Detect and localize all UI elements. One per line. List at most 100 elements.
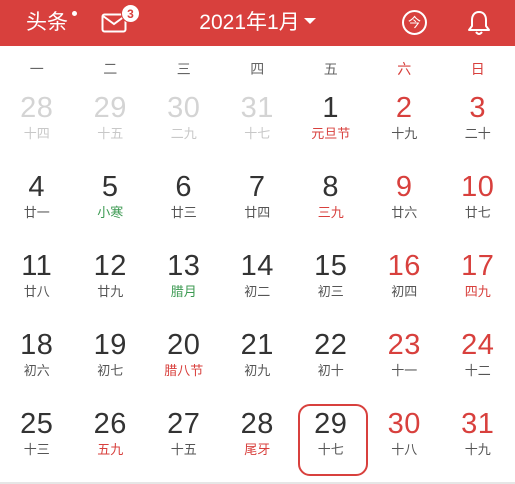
lunar-date: 腊月	[170, 284, 197, 299]
day-cell[interactable]: 19 初七	[74, 325, 148, 404]
lunar-date: 十八	[391, 442, 418, 457]
lunar-date: 十四	[23, 126, 50, 141]
lunar-date: 元旦节	[311, 126, 351, 141]
day-number: 15	[314, 250, 348, 282]
day-number: 8	[322, 171, 340, 203]
lunar-date: 初三	[317, 284, 344, 299]
day-cell[interactable]: 23 十一	[368, 325, 442, 404]
day-cell[interactable]: 14 初二	[221, 246, 295, 325]
day-cell[interactable]: 29 十五	[74, 88, 148, 167]
lunar-date: 十五	[97, 126, 124, 141]
day-number: 31	[240, 92, 274, 124]
day-cell[interactable]: 2 十九	[368, 88, 442, 167]
day-number: 27	[167, 408, 201, 440]
day-number: 29	[93, 92, 127, 124]
lunar-date: 初九	[244, 363, 271, 378]
bell-icon[interactable]	[465, 9, 493, 37]
lunar-date: 五九	[97, 442, 124, 457]
day-cell[interactable]: 24 十二	[441, 325, 515, 404]
day-cell[interactable]: 9 廿六	[368, 167, 442, 246]
chevron-down-icon	[303, 18, 316, 25]
day-cell[interactable]: 31 十九	[441, 404, 515, 483]
day-cell[interactable]: 31 十七	[221, 88, 295, 167]
day-cell[interactable]: 8 三九	[294, 167, 368, 246]
day-cell[interactable]: 27 十五	[147, 404, 221, 483]
day-number: 25	[20, 408, 54, 440]
day-number: 16	[387, 250, 421, 282]
day-number: 22	[314, 329, 348, 361]
weekday-label: 四	[250, 61, 265, 77]
day-number: 14	[240, 250, 274, 282]
lunar-date: 十二	[464, 363, 491, 378]
lunar-date: 二十	[464, 126, 491, 141]
day-number: 30	[387, 408, 421, 440]
day-number: 23	[387, 329, 421, 361]
day-cell[interactable]: 10 廿七	[441, 167, 515, 246]
mail-badge: 3	[121, 4, 140, 23]
day-number: 12	[93, 250, 127, 282]
lunar-date: 十一	[391, 363, 418, 378]
lunar-date: 二九	[170, 126, 197, 141]
day-cell[interactable]: 25 十三	[0, 404, 74, 483]
day-cell-today[interactable]: 29 十七	[294, 404, 368, 483]
day-number: 5	[101, 171, 119, 203]
lunar-date: 十五	[170, 442, 197, 457]
lunar-date: 廿七	[464, 205, 491, 220]
day-cell[interactable]: 28 尾牙	[221, 404, 295, 483]
day-cell[interactable]: 18 初六	[0, 325, 74, 404]
day-cell[interactable]: 13 腊月	[147, 246, 221, 325]
day-number: 6	[175, 171, 193, 203]
unread-dot	[72, 11, 77, 16]
day-cell[interactable]: 15 初三	[294, 246, 368, 325]
day-cell[interactable]: 6 廿三	[147, 167, 221, 246]
lunar-date: 三九	[317, 205, 344, 220]
day-cell[interactable]: 11 廿八	[0, 246, 74, 325]
day-number: 24	[461, 329, 495, 361]
month-title: 2021年1月	[199, 11, 300, 34]
day-cell[interactable]: 20 腊八节	[147, 325, 221, 404]
lunar-date: 十九	[464, 442, 491, 457]
weekday-label: 六	[397, 61, 412, 77]
lunar-date: 腊八节	[164, 363, 204, 378]
day-cell[interactable]: 22 初十	[294, 325, 368, 404]
weekday-header: 一二三四五六日	[0, 58, 515, 82]
lunar-date: 廿九	[97, 284, 124, 299]
day-cell[interactable]: 17 四九	[441, 246, 515, 325]
day-cell[interactable]: 3 二十	[441, 88, 515, 167]
headlines-tab[interactable]: 头条	[26, 10, 68, 36]
day-cell[interactable]: 30 十八	[368, 404, 442, 483]
day-cell[interactable]: 7 廿四	[221, 167, 295, 246]
day-cell[interactable]: 1 元旦节	[294, 88, 368, 167]
today-icon[interactable]: 今	[402, 10, 427, 35]
lunar-date: 初十	[317, 363, 344, 378]
top-bar: 头条 3 2021年1月 今	[0, 0, 515, 46]
month-selector[interactable]: 2021年1月	[199, 11, 316, 34]
lunar-date: 廿四	[244, 205, 271, 220]
day-number: 28	[240, 408, 274, 440]
day-number: 26	[93, 408, 127, 440]
lunar-date: 初二	[244, 284, 271, 299]
day-number: 7	[248, 171, 266, 203]
weekday-label: 五	[323, 61, 338, 77]
lunar-date: 小寒	[97, 205, 124, 220]
day-cell[interactable]: 30 二九	[147, 88, 221, 167]
weekday-label: 二	[103, 61, 118, 77]
weekday-label: 日	[470, 61, 485, 77]
day-number: 31	[461, 408, 495, 440]
day-number: 19	[93, 329, 127, 361]
lunar-date: 廿六	[391, 205, 418, 220]
lunar-date: 初四	[391, 284, 418, 299]
day-cell[interactable]: 26 五九	[74, 404, 148, 483]
day-cell[interactable]: 28 十四	[0, 88, 74, 167]
day-number: 17	[461, 250, 495, 282]
month-title-wrapper: 2021年1月	[0, 9, 515, 37]
day-cell[interactable]: 16 初四	[368, 246, 442, 325]
lunar-date: 十七	[244, 126, 271, 141]
day-cell[interactable]: 12 廿九	[74, 246, 148, 325]
day-number: 3	[469, 92, 487, 124]
day-cell[interactable]: 4 廿一	[0, 167, 74, 246]
day-cell[interactable]: 5 小寒	[74, 167, 148, 246]
day-number: 10	[461, 171, 495, 203]
day-cell[interactable]: 21 初九	[221, 325, 295, 404]
lunar-date: 廿八	[23, 284, 50, 299]
